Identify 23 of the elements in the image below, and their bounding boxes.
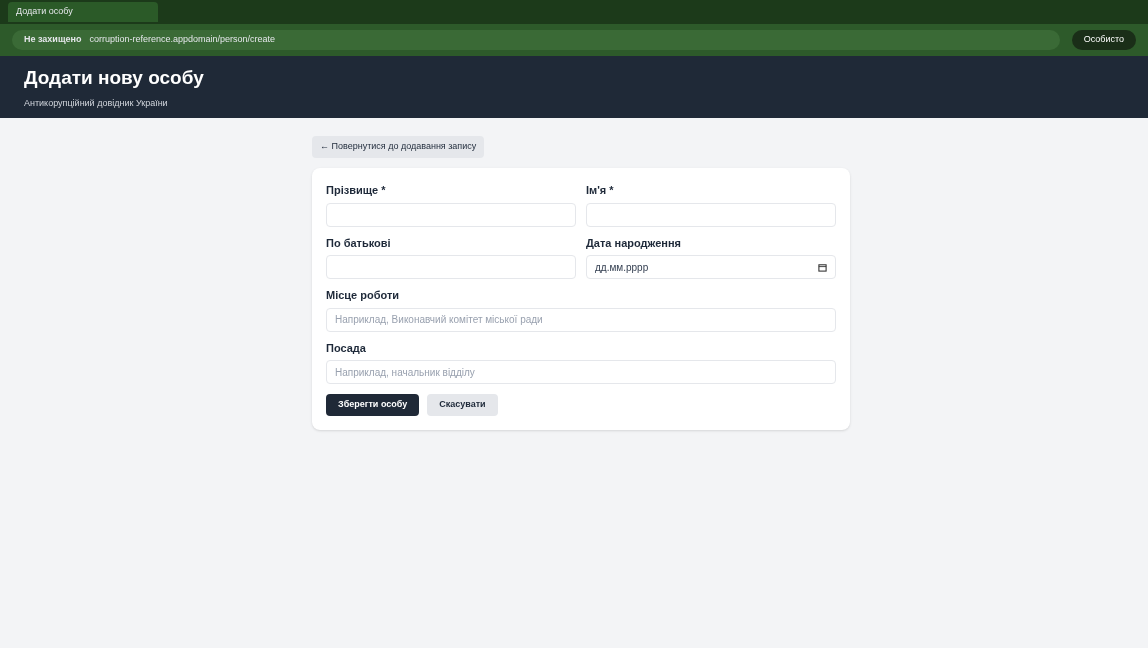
- security-label: Не захищено: [24, 33, 82, 47]
- date-field[interactable]: дд.мм.рррр: [586, 255, 836, 279]
- back-button[interactable]: ← Повернутися до додавання запису: [312, 136, 485, 158]
- input-field[interactable]: [326, 202, 576, 227]
- field-label: Прізвище *: [326, 183, 387, 198]
- url-text: corruption-reference.appdomain/person/create: [89, 33, 276, 47]
- save-button[interactable]: Зберегти особу: [326, 394, 420, 416]
- input-field[interactable]: [586, 202, 836, 227]
- field-label: Місце роботи: [326, 288, 401, 303]
- field-label: По батькові: [326, 235, 392, 251]
- profile-button[interactable]: Особисто: [1071, 30, 1136, 50]
- input-field[interactable]: [326, 255, 576, 279]
- calendar-icon: [818, 262, 827, 272]
- field-label: Посада: [326, 340, 367, 356]
- field-label: Ім'я *: [586, 183, 615, 198]
- address-bar[interactable]: Не захищено corruption-reference.appdomain/person/create: [12, 30, 1060, 50]
- field-label: Дата народження: [586, 235, 683, 251]
- input-field[interactable]: Наприклад, начальник відділу: [326, 360, 836, 384]
- input-field[interactable]: Наприклад, Виконавчий комітет міської ради: [326, 307, 836, 332]
- cancel-button[interactable]: Скасувати: [427, 394, 498, 416]
- browser-tab[interactable]: Додати особу: [8, 2, 158, 22]
- page-title: Додати нову особу: [24, 66, 205, 90]
- page-subtitle: Антикорупційний довідник України: [24, 96, 169, 110]
